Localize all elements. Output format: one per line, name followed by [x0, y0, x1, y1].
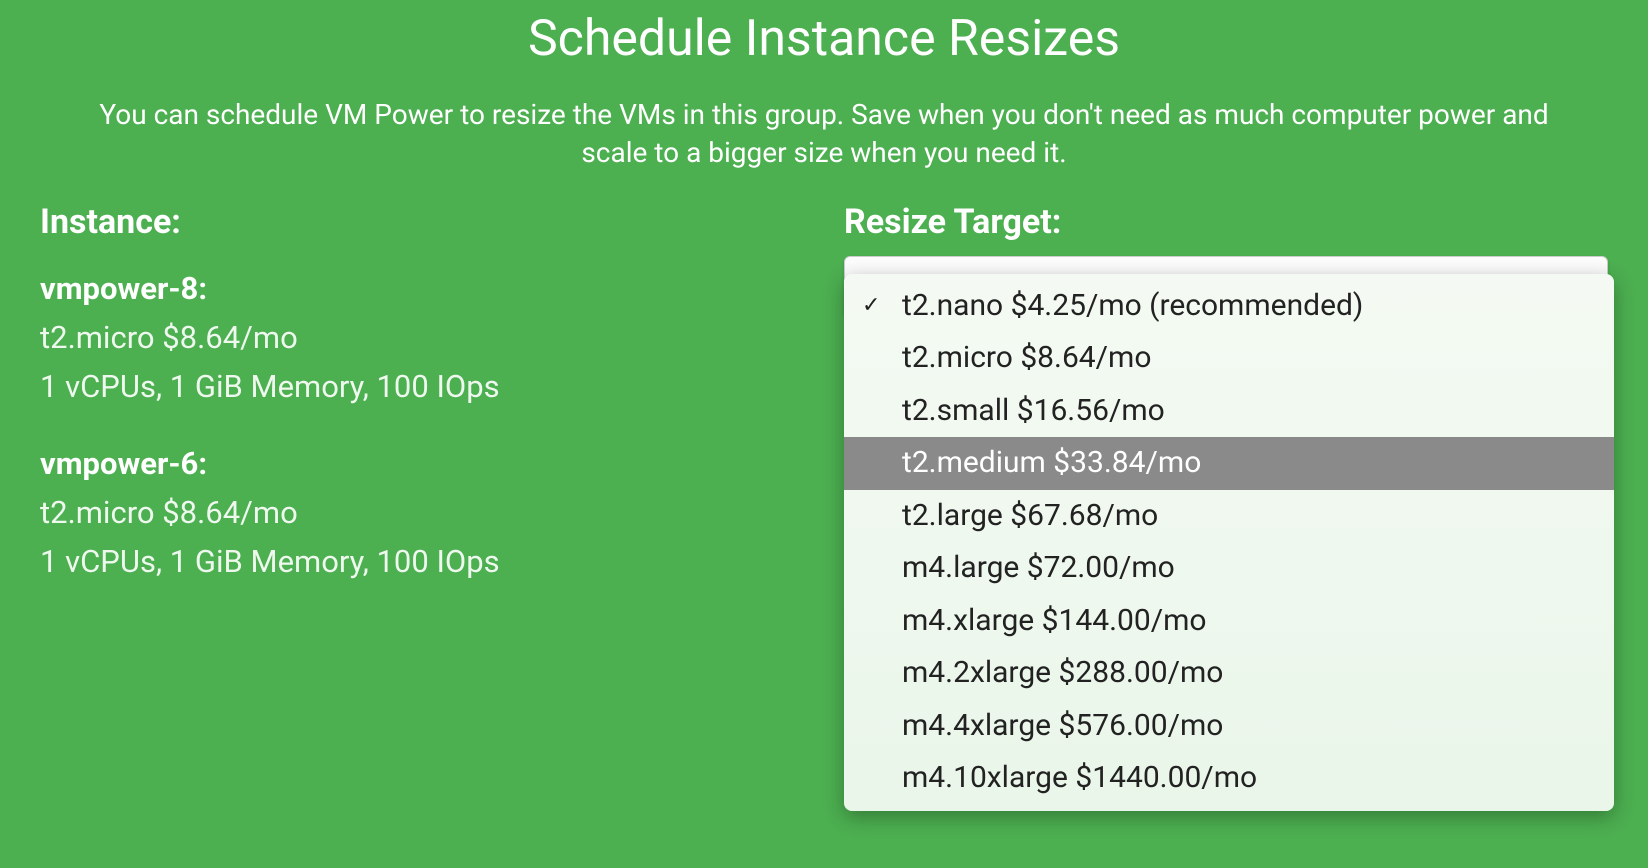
option-t2-medium[interactable]: t2.medium $33.84/mo — [844, 437, 1614, 490]
option-label: m4.10xlarge $1440.00/mo — [902, 760, 1257, 795]
option-label: t2.small $16.56/mo — [902, 393, 1165, 428]
option-m4-2xlarge[interactable]: m4.2xlarge $288.00/mo — [844, 647, 1614, 700]
instance-column: Instance: vmpower-8: t2.micro $8.64/mo 1… — [40, 202, 804, 620]
option-m4-xlarge[interactable]: m4.xlarge $144.00/mo — [844, 595, 1614, 648]
checkmark-icon: ✓ — [862, 291, 880, 321]
instance-block: vmpower-6: t2.micro $8.64/mo 1 vCPUs, 1 … — [40, 445, 804, 580]
resize-target-column: Resize Target: ✓ t2.nano $4.25/mo (recom… — [844, 202, 1608, 620]
option-label: m4.xlarge $144.00/mo — [902, 603, 1207, 638]
instance-label: Instance: — [40, 202, 804, 242]
option-t2-micro[interactable]: t2.micro $8.64/mo — [844, 332, 1614, 385]
option-label: m4.large $72.00/mo — [902, 550, 1175, 585]
option-t2-small[interactable]: t2.small $16.56/mo — [844, 385, 1614, 438]
instance-specs: 1 vCPUs, 1 GiB Memory, 100 IOps — [40, 543, 804, 580]
page-title: Schedule Instance Resizes — [40, 10, 1608, 68]
resize-target-label: Resize Target: — [844, 202, 1608, 242]
resize-target-dropdown[interactable]: ✓ t2.nano $4.25/mo (recommended) t2.micr… — [844, 274, 1614, 811]
option-label: t2.nano $4.25/mo (recommended) — [902, 288, 1363, 323]
option-label: m4.2xlarge $288.00/mo — [902, 655, 1223, 690]
option-m4-large[interactable]: m4.large $72.00/mo — [844, 542, 1614, 595]
instance-specs: 1 vCPUs, 1 GiB Memory, 100 IOps — [40, 368, 804, 405]
instance-type: t2.micro $8.64/mo — [40, 319, 804, 356]
instance-name: vmpower-6: — [40, 445, 804, 482]
option-label: m4.4xlarge $576.00/mo — [902, 708, 1223, 743]
instance-block: vmpower-8: t2.micro $8.64/mo 1 vCPUs, 1 … — [40, 270, 804, 405]
option-t2-nano[interactable]: ✓ t2.nano $4.25/mo (recommended) — [844, 280, 1614, 333]
option-t2-large[interactable]: t2.large $67.68/mo — [844, 490, 1614, 543]
option-label: t2.large $67.68/mo — [902, 498, 1158, 533]
layout-columns: Instance: vmpower-8: t2.micro $8.64/mo 1… — [40, 202, 1608, 620]
option-m4-4xlarge[interactable]: m4.4xlarge $576.00/mo — [844, 700, 1614, 753]
instance-name: vmpower-8: — [40, 270, 804, 307]
instance-type: t2.micro $8.64/mo — [40, 494, 804, 531]
option-m4-10xlarge[interactable]: m4.10xlarge $1440.00/mo — [844, 752, 1614, 805]
option-label: t2.micro $8.64/mo — [902, 340, 1151, 375]
page-description: You can schedule VM Power to resize the … — [64, 96, 1584, 172]
option-label: t2.medium $33.84/mo — [902, 445, 1201, 480]
